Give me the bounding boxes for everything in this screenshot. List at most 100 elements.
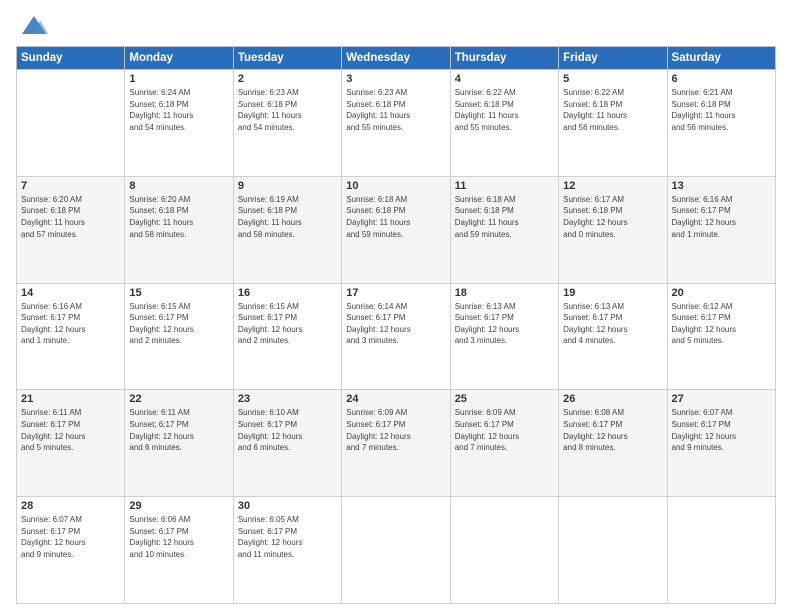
day-number: 5 xyxy=(563,73,662,85)
weekday-header: Wednesday xyxy=(342,47,450,70)
day-info: Sunrise: 6:14 AM Sunset: 6:17 PM Dayligh… xyxy=(346,301,445,347)
calendar-cell xyxy=(667,497,775,604)
weekday-header: Monday xyxy=(125,47,233,70)
day-info: Sunrise: 6:22 AM Sunset: 6:18 PM Dayligh… xyxy=(563,87,662,133)
day-info: Sunrise: 6:21 AM Sunset: 6:18 PM Dayligh… xyxy=(672,87,771,133)
calendar-cell: 24 Sunrise: 6:09 AM Sunset: 6:17 PM Dayli… xyxy=(342,390,450,497)
calendar-cell: 4 Sunrise: 6:22 AM Sunset: 6:18 PM Daylig… xyxy=(450,70,558,177)
calendar-cell xyxy=(342,497,450,604)
weekday-header-row: SundayMondayTuesdayWednesdayThursdayFrid… xyxy=(17,47,776,70)
day-info: Sunrise: 6:09 AM Sunset: 6:17 PM Dayligh… xyxy=(346,407,445,453)
calendar-cell: 16Sunrise: 6:15 AM Sunset: 6:17 PM Dayli… xyxy=(233,283,341,390)
weekday-header: Tuesday xyxy=(233,47,341,70)
day-info: Sunrise: 6:20 AM Sunset: 6:18 PM Dayligh… xyxy=(129,194,228,240)
calendar-cell: 12 Sunrise: 6:17 AM Sunset: 6:18 PM Dayli… xyxy=(559,176,667,283)
logo xyxy=(16,12,48,40)
day-number: 25 xyxy=(455,393,554,405)
day-number: 9 xyxy=(238,180,337,192)
day-info: Sunrise: 6:22 AM Sunset: 6:18 PM Dayligh… xyxy=(455,87,554,133)
day-info: Sunrise: 6:18 AM Sunset: 6:18 PM Dayligh… xyxy=(346,194,445,240)
day-info: Sunrise: 6:23 AM Sunset: 6:18 PM Dayligh… xyxy=(238,87,337,133)
day-number: 3 xyxy=(346,73,445,85)
header xyxy=(16,12,776,40)
day-number: 6 xyxy=(672,73,771,85)
day-info: Sunrise: 6:08 AM Sunset: 6:17 PM Dayligh… xyxy=(563,407,662,453)
day-info: Sunrise: 6:11 AM Sunset: 6:17 PM Dayligh… xyxy=(21,407,120,453)
calendar-week-row: 21Sunrise: 6:11 AM Sunset: 6:17 PM Dayli… xyxy=(17,390,776,497)
day-info: Sunrise: 6:12 AM Sunset: 6:17 PM Dayligh… xyxy=(672,301,771,347)
day-number: 30 xyxy=(238,500,337,512)
calendar-cell: 13 Sunrise: 6:16 AM Sunset: 6:17 PM Dayli… xyxy=(667,176,775,283)
day-number: 10 xyxy=(346,180,445,192)
calendar-week-row: 1Sunrise: 6:24 AM Sunset: 6:18 PM Daylig… xyxy=(17,70,776,177)
day-number: 4 xyxy=(455,73,554,85)
day-number: 7 xyxy=(21,180,120,192)
calendar-week-row: 28 Sunrise: 6:07 AM Sunset: 6:17 PM Dayli… xyxy=(17,497,776,604)
calendar-cell: 11Sunrise: 6:18 AM Sunset: 6:18 PM Dayli… xyxy=(450,176,558,283)
day-info: Sunrise: 6:11 AM Sunset: 6:17 PM Dayligh… xyxy=(129,407,228,453)
day-number: 2 xyxy=(238,73,337,85)
calendar-cell: 1Sunrise: 6:24 AM Sunset: 6:18 PM Daylig… xyxy=(125,70,233,177)
day-number: 15 xyxy=(129,287,228,299)
calendar-cell: 6 Sunrise: 6:21 AM Sunset: 6:18 PM Daylig… xyxy=(667,70,775,177)
day-number: 28 xyxy=(21,500,120,512)
day-info: Sunrise: 6:20 AM Sunset: 6:18 PM Dayligh… xyxy=(21,194,120,240)
calendar-cell: 15 Sunrise: 6:15 AM Sunset: 6:17 PM Dayli… xyxy=(125,283,233,390)
calendar-cell: 26 Sunrise: 6:08 AM Sunset: 6:17 PM Dayli… xyxy=(559,390,667,497)
day-info: Sunrise: 6:19 AM Sunset: 6:18 PM Dayligh… xyxy=(238,194,337,240)
day-info: Sunrise: 6:15 AM Sunset: 6:17 PM Dayligh… xyxy=(238,301,337,347)
day-number: 17 xyxy=(346,287,445,299)
day-info: Sunrise: 6:07 AM Sunset: 6:17 PM Dayligh… xyxy=(672,407,771,453)
weekday-header: Thursday xyxy=(450,47,558,70)
day-number: 26 xyxy=(563,393,662,405)
calendar-cell: 10 Sunrise: 6:18 AM Sunset: 6:18 PM Dayli… xyxy=(342,176,450,283)
day-info: Sunrise: 6:10 AM Sunset: 6:17 PM Dayligh… xyxy=(238,407,337,453)
calendar-cell: 5 Sunrise: 6:22 AM Sunset: 6:18 PM Daylig… xyxy=(559,70,667,177)
calendar-cell xyxy=(559,497,667,604)
day-info: Sunrise: 6:06 AM Sunset: 6:17 PM Dayligh… xyxy=(129,514,228,560)
calendar-cell: 22 Sunrise: 6:11 AM Sunset: 6:17 PM Dayli… xyxy=(125,390,233,497)
calendar-cell: 2 Sunrise: 6:23 AM Sunset: 6:18 PM Daylig… xyxy=(233,70,341,177)
day-info: Sunrise: 6:07 AM Sunset: 6:17 PM Dayligh… xyxy=(21,514,120,560)
calendar-cell: 8 Sunrise: 6:20 AM Sunset: 6:18 PM Daylig… xyxy=(125,176,233,283)
day-number: 27 xyxy=(672,393,771,405)
logo-icon xyxy=(20,12,48,40)
calendar-cell: 7 Sunrise: 6:20 AM Sunset: 6:18 PM Daylig… xyxy=(17,176,125,283)
calendar-cell: 17 Sunrise: 6:14 AM Sunset: 6:17 PM Dayli… xyxy=(342,283,450,390)
weekday-header: Saturday xyxy=(667,47,775,70)
day-info: Sunrise: 6:24 AM Sunset: 6:18 PM Dayligh… xyxy=(129,87,228,133)
day-number: 12 xyxy=(563,180,662,192)
day-number: 13 xyxy=(672,180,771,192)
calendar-cell: 30 Sunrise: 6:05 AM Sunset: 6:17 PM Dayli… xyxy=(233,497,341,604)
day-number: 18 xyxy=(455,287,554,299)
day-number: 22 xyxy=(129,393,228,405)
day-info: Sunrise: 6:15 AM Sunset: 6:17 PM Dayligh… xyxy=(129,301,228,347)
day-info: Sunrise: 6:17 AM Sunset: 6:18 PM Dayligh… xyxy=(563,194,662,240)
day-number: 20 xyxy=(672,287,771,299)
weekday-header: Sunday xyxy=(17,47,125,70)
calendar-week-row: 7 Sunrise: 6:20 AM Sunset: 6:18 PM Daylig… xyxy=(17,176,776,283)
calendar-week-row: 14Sunrise: 6:16 AM Sunset: 6:17 PM Dayli… xyxy=(17,283,776,390)
calendar-cell: 14Sunrise: 6:16 AM Sunset: 6:17 PM Dayli… xyxy=(17,283,125,390)
calendar-cell xyxy=(17,70,125,177)
day-info: Sunrise: 6:16 AM Sunset: 6:17 PM Dayligh… xyxy=(672,194,771,240)
calendar-table: SundayMondayTuesdayWednesdayThursdayFrid… xyxy=(16,46,776,604)
calendar-cell: 20 Sunrise: 6:12 AM Sunset: 6:17 PM Dayli… xyxy=(667,283,775,390)
day-info: Sunrise: 6:13 AM Sunset: 6:17 PM Dayligh… xyxy=(563,301,662,347)
day-info: Sunrise: 6:05 AM Sunset: 6:17 PM Dayligh… xyxy=(238,514,337,560)
day-number: 19 xyxy=(563,287,662,299)
day-info: Sunrise: 6:09 AM Sunset: 6:17 PM Dayligh… xyxy=(455,407,554,453)
day-info: Sunrise: 6:13 AM Sunset: 6:17 PM Dayligh… xyxy=(455,301,554,347)
day-number: 8 xyxy=(129,180,228,192)
calendar-cell: 25 Sunrise: 6:09 AM Sunset: 6:17 PM Dayli… xyxy=(450,390,558,497)
calendar-cell: 21Sunrise: 6:11 AM Sunset: 6:17 PM Dayli… xyxy=(17,390,125,497)
day-number: 24 xyxy=(346,393,445,405)
page: SundayMondayTuesdayWednesdayThursdayFrid… xyxy=(0,0,792,612)
calendar-cell: 3Sunrise: 6:23 AM Sunset: 6:18 PM Daylig… xyxy=(342,70,450,177)
calendar-cell: 9 Sunrise: 6:19 AM Sunset: 6:18 PM Daylig… xyxy=(233,176,341,283)
calendar-cell xyxy=(450,497,558,604)
calendar-cell: 19 Sunrise: 6:13 AM Sunset: 6:17 PM Dayli… xyxy=(559,283,667,390)
calendar-cell: 27 Sunrise: 6:07 AM Sunset: 6:17 PM Dayli… xyxy=(667,390,775,497)
calendar-cell: 23Sunrise: 6:10 AM Sunset: 6:17 PM Dayli… xyxy=(233,390,341,497)
day-number: 29 xyxy=(129,500,228,512)
